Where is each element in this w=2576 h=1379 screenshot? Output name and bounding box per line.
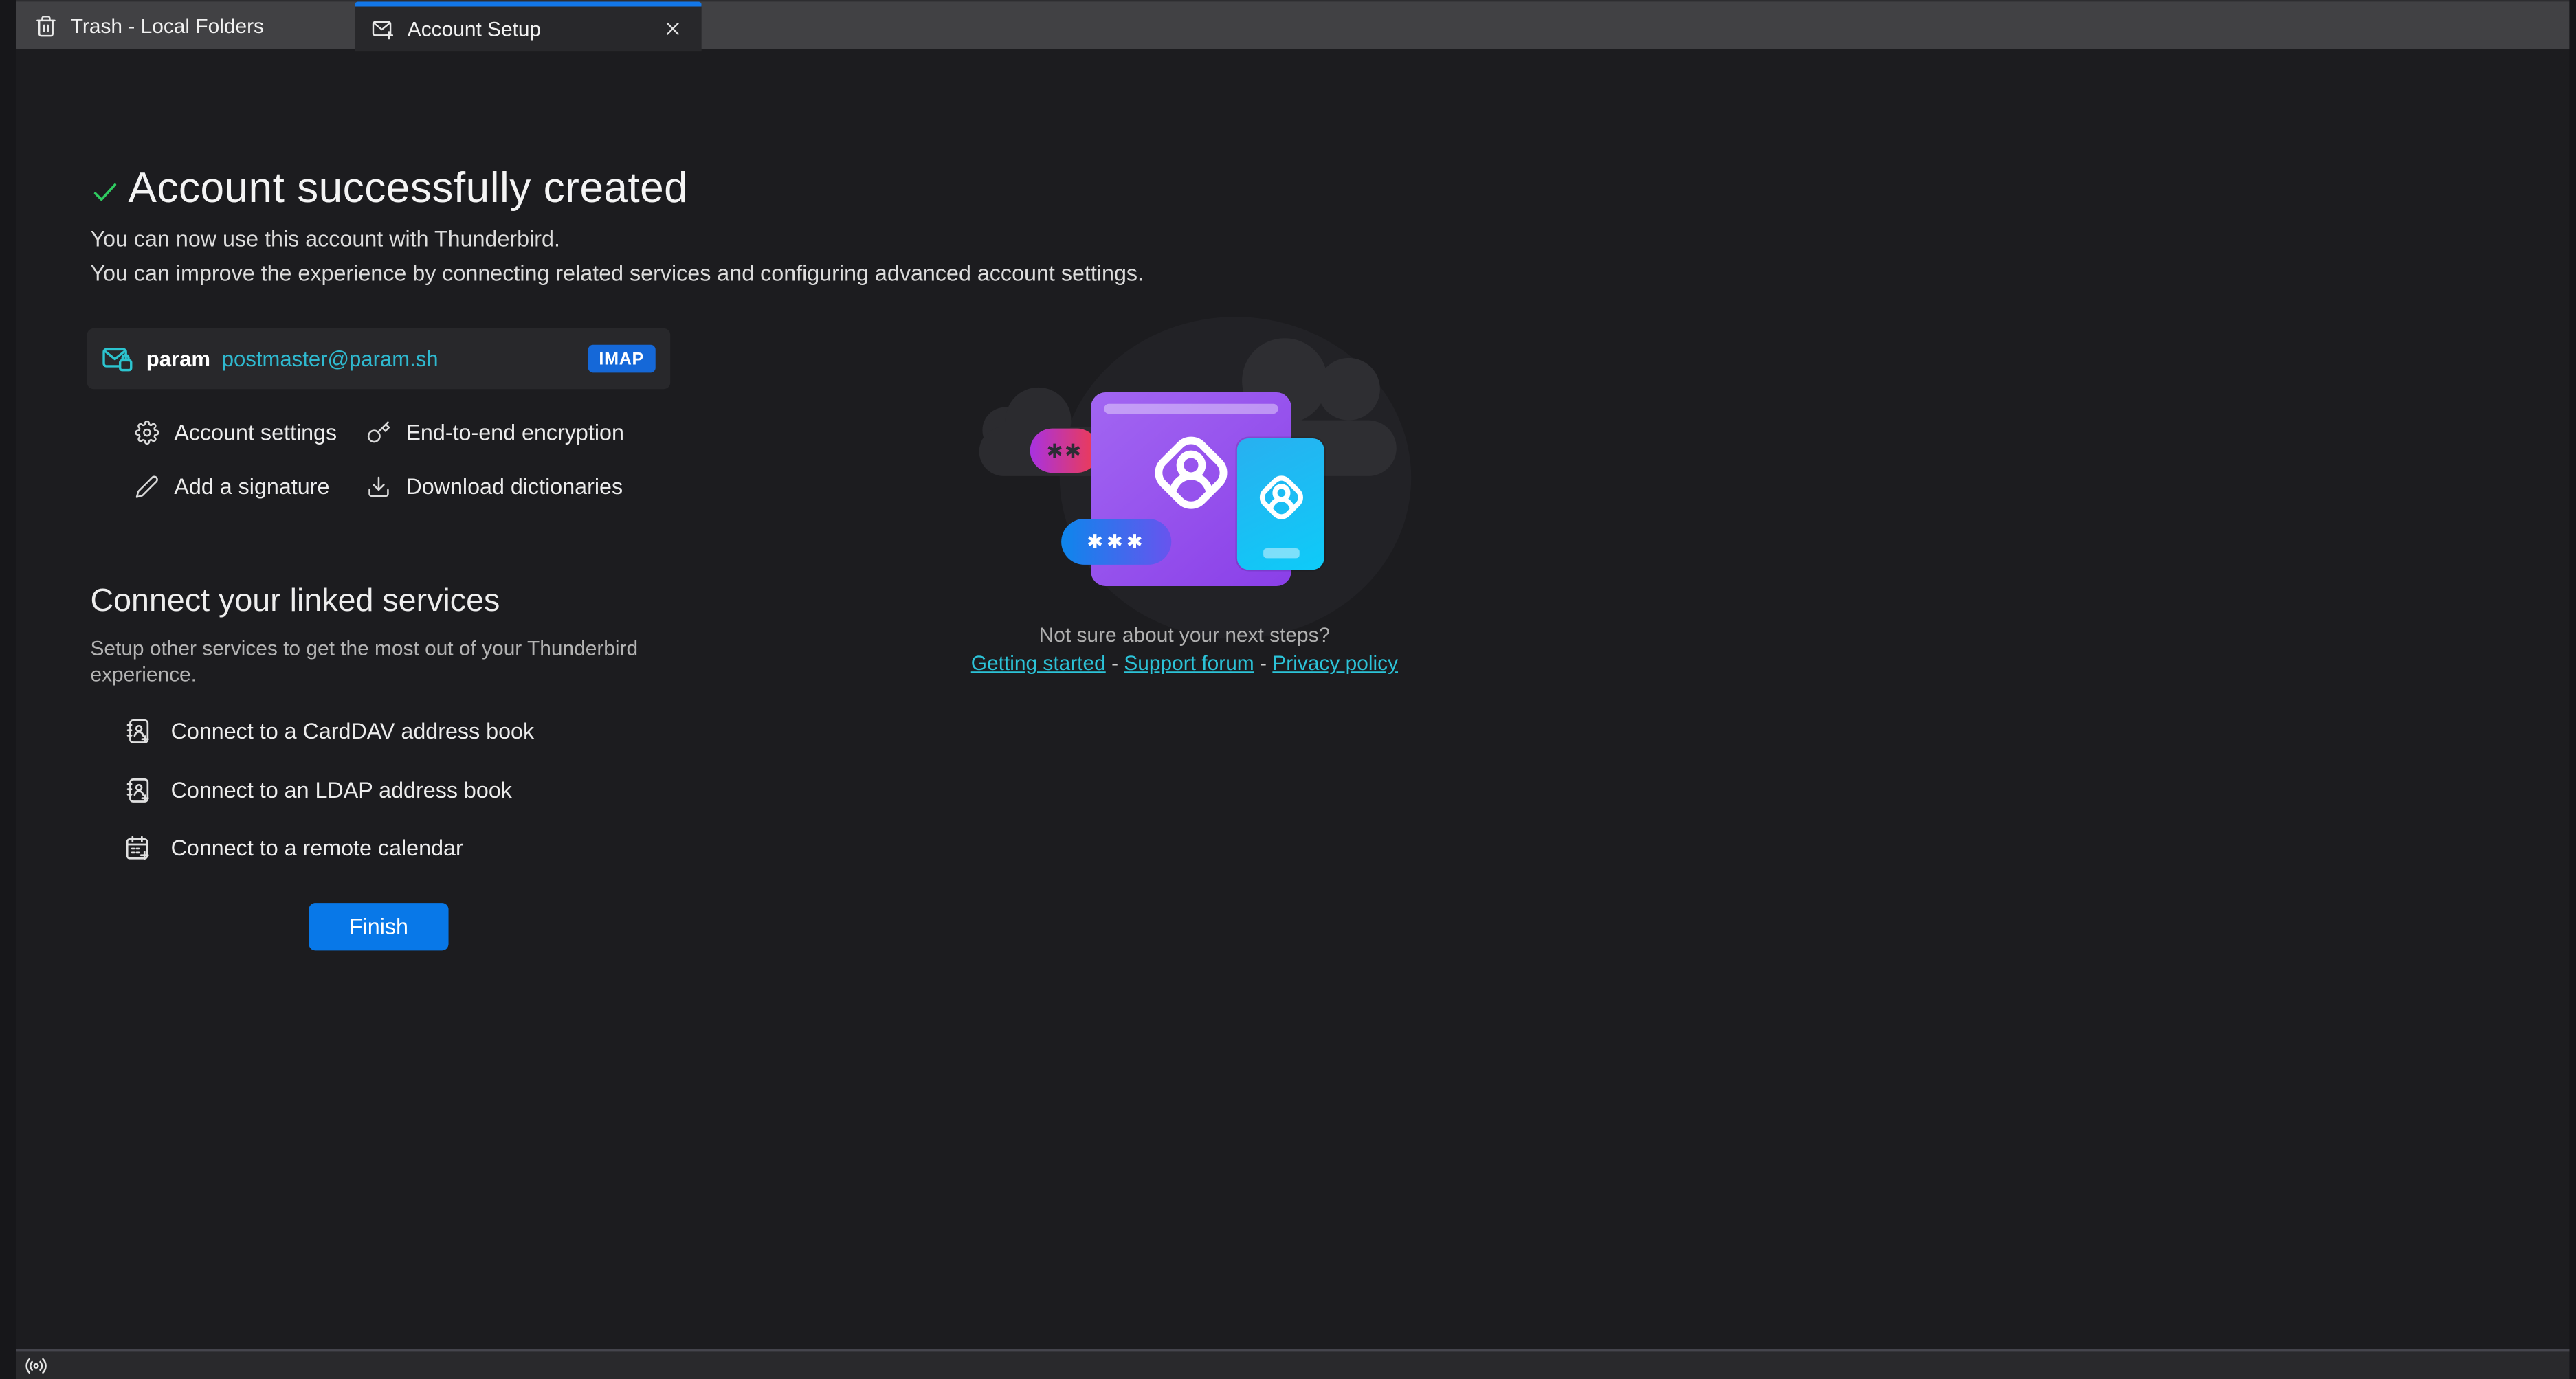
account-name: param [146, 346, 211, 371]
trash-icon [34, 15, 57, 38]
mail-plus-icon [371, 17, 394, 40]
tab-trash-local-folders[interactable]: Trash - Local Folders [18, 1, 355, 51]
account-logo-icon [1250, 467, 1312, 529]
tab-label: Account Setup [407, 17, 542, 41]
help-separator: - [1260, 651, 1267, 675]
service-links-list: Connect to a CardDAV address book Connec… [123, 717, 534, 862]
connect-carddav-link[interactable]: Connect to a CardDAV address book [123, 717, 534, 745]
phone-bottom-bar [1262, 548, 1299, 559]
service-link-label: Connect to an LDAP address book [170, 777, 512, 803]
account-setup-success-pane: Account successfully created You can now… [16, 49, 2570, 1350]
tab-account-setup[interactable]: Account Setup [355, 1, 702, 52]
linked-services-heading: Connect your linked services [90, 583, 500, 619]
calendar-icon [123, 834, 151, 862]
account-summary-card: param postmaster@param.sh IMAP [87, 328, 671, 390]
key-icon [366, 421, 391, 445]
phone-graphic [1236, 438, 1324, 570]
account-logo-icon [1138, 421, 1243, 526]
pencil-icon [135, 475, 159, 500]
cloud-right [1318, 357, 1380, 421]
page-title: Account successfully created [128, 162, 689, 212]
quick-links-grid: Account settings End-to-end encryption A… [135, 421, 624, 500]
add-signature-link[interactable]: Add a signature [135, 474, 366, 500]
quick-link-label: End-to-end encryption [406, 420, 624, 445]
thunderbird-window: Trash - Local Folders Account Setup Acco… [0, 0, 2576, 1379]
checkmark-icon [90, 177, 120, 206]
tab-bar: Trash - Local Folders Account Setup [16, 0, 2570, 52]
password-pill-large: ✱✱✱ [1061, 519, 1172, 565]
account-email: postmaster@param.sh [221, 346, 438, 371]
service-link-label: Connect to a CardDAV address book [170, 719, 535, 744]
privacy-policy-link[interactable]: Privacy policy [1272, 652, 1398, 675]
service-link-label: Connect to a remote calendar [170, 836, 463, 860]
connect-ldap-link[interactable]: Connect to an LDAP address book [123, 776, 534, 804]
tab-label: Trash - Local Folders [70, 14, 264, 38]
help-separator: - [1111, 651, 1119, 675]
finish-button[interactable]: Finish [309, 903, 449, 951]
gear-icon [135, 420, 159, 445]
connect-remote-calendar-link[interactable]: Connect to a remote calendar [123, 834, 534, 862]
tablet-top-bar [1104, 403, 1278, 414]
quick-link-label: Download dictionaries [406, 474, 623, 500]
status-bar [16, 1349, 2570, 1379]
account-settings-link[interactable]: Account settings [135, 421, 366, 445]
address-book-icon [123, 776, 151, 804]
getting-started-link[interactable]: Getting started [971, 652, 1106, 675]
window-edge-left [0, 0, 16, 1379]
linked-services-description: Setup other services to get the most out… [90, 637, 639, 686]
window-edge-right [2569, 0, 2576, 1379]
download-icon [366, 475, 391, 500]
end-to-end-encryption-link[interactable]: End-to-end encryption [366, 421, 624, 445]
help-links: Getting started - Support forum - Privac… [920, 652, 1450, 675]
quick-link-label: Account settings [174, 420, 337, 445]
mail-lock-icon [102, 345, 133, 373]
support-forum-link[interactable]: Support forum [1124, 652, 1254, 675]
quick-link-label: Add a signature [174, 474, 330, 500]
protocol-badge: IMAP [587, 344, 656, 373]
help-question: Not sure about your next steps? [1039, 623, 1331, 647]
radio-broadcast-icon [25, 1354, 47, 1376]
close-icon[interactable] [659, 16, 685, 42]
intro-line-1: You can now use this account with Thunde… [90, 226, 560, 251]
address-book-icon [123, 717, 151, 745]
download-dictionaries-link[interactable]: Download dictionaries [366, 474, 624, 500]
title-row: Account successfully created [90, 163, 688, 214]
password-pill-small: ✱✱ [1030, 428, 1100, 473]
